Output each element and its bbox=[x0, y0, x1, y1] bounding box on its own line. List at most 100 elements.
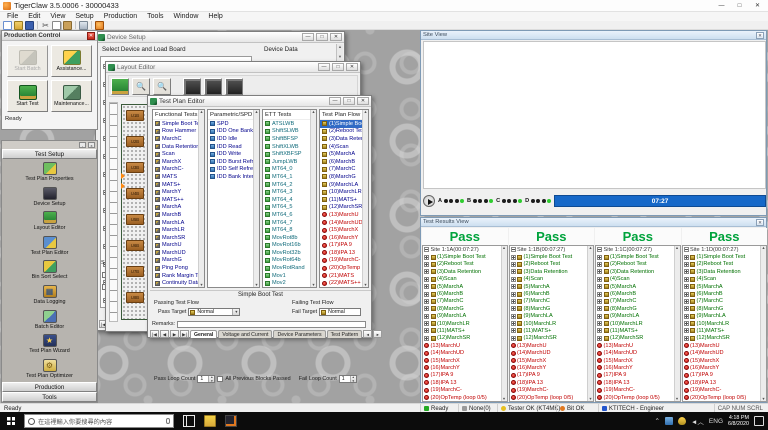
pending-test-row[interactable]: (14)MarchUD bbox=[423, 349, 501, 356]
copy-icon[interactable] bbox=[52, 21, 61, 30]
passed-test-row[interactable]: (1)Simple Boot Test bbox=[510, 253, 588, 260]
test-setup-header[interactable]: Test Setup bbox=[2, 149, 97, 159]
tab-general[interactable]: General bbox=[190, 330, 217, 338]
dimm-front-icon[interactable] bbox=[204, 78, 222, 95]
test-list-item[interactable]: (1)Simple Boot... bbox=[320, 120, 368, 128]
test-list-item[interactable]: (9)MarchLA bbox=[320, 181, 368, 189]
expand-icon[interactable] bbox=[511, 314, 516, 319]
test-list-item[interactable]: Scan bbox=[153, 150, 204, 158]
test-list-item[interactable]: MarchX bbox=[153, 158, 204, 166]
test-list-item[interactable]: IDD Read bbox=[208, 143, 259, 151]
menu-item-setup[interactable]: Setup bbox=[70, 13, 98, 20]
passed-test-row[interactable]: (8)MarchG bbox=[510, 305, 588, 312]
pass-loop-count-spinner[interactable]: 1 ▲▼ bbox=[197, 375, 215, 383]
passed-test-row[interactable]: (10)MarchLR bbox=[423, 320, 501, 327]
device-setup-titlebar[interactable]: Device Setup — □ ✕ bbox=[96, 32, 344, 43]
menu-item-help[interactable]: Help bbox=[203, 13, 227, 20]
collapse-icon[interactable] bbox=[597, 247, 602, 252]
test-list-item[interactable]: MovRotRand bbox=[263, 264, 316, 272]
open-folder-icon[interactable] bbox=[14, 21, 23, 30]
test-list-item[interactable]: MovRot16b bbox=[263, 242, 316, 250]
expand-icon[interactable] bbox=[424, 292, 429, 297]
layout-chip[interactable]: U1B bbox=[126, 110, 144, 121]
passed-test-row[interactable]: (7)MarchC bbox=[596, 298, 674, 305]
passed-test-row[interactable]: (3)Data Retention bbox=[683, 268, 761, 275]
dimm-view-icon[interactable] bbox=[183, 78, 201, 95]
expand-icon[interactable] bbox=[424, 284, 429, 289]
minimize-button[interactable]: — bbox=[302, 33, 314, 41]
test-list-item[interactable]: (15)MarchX bbox=[320, 226, 368, 234]
test-results-titlebar[interactable]: Test Results View ✕ bbox=[421, 218, 766, 227]
passed-test-row[interactable]: (12)MarchSR bbox=[683, 335, 761, 342]
expand-icon[interactable] bbox=[684, 328, 689, 333]
tab-scroll-left-button[interactable]: ◂ bbox=[363, 330, 372, 338]
test-list-item[interactable]: (18)IPA 13 bbox=[320, 249, 368, 257]
passed-test-row[interactable]: (2)Reboot Test bbox=[596, 261, 674, 268]
passed-test-row[interactable]: (5)MarchA bbox=[596, 283, 674, 290]
expand-icon[interactable] bbox=[597, 277, 602, 282]
expand-icon[interactable] bbox=[424, 255, 429, 260]
layout-editor-titlebar[interactable]: Layout Editor — □ ✕ bbox=[106, 62, 360, 73]
expand-icon[interactable] bbox=[511, 284, 516, 289]
shield-icon[interactable] bbox=[678, 417, 686, 425]
taskbar-search-input[interactable]: 在這裡輸入你要搜尋的內容 bbox=[24, 414, 174, 428]
passed-test-row[interactable]: (4)Scan bbox=[596, 276, 674, 283]
passed-test-row[interactable]: (2)Reboot Test bbox=[423, 261, 501, 268]
pending-test-row[interactable]: (16)MarchY bbox=[423, 364, 501, 371]
new-file-icon[interactable] bbox=[3, 21, 12, 30]
layout-chip[interactable]: U2B bbox=[126, 136, 144, 147]
expand-icon[interactable] bbox=[424, 314, 429, 319]
maintenance-button[interactable]: Maintenance... bbox=[51, 80, 92, 112]
expand-icon[interactable] bbox=[424, 269, 429, 274]
expand-icon[interactable] bbox=[511, 292, 516, 297]
list-scrollbar[interactable]: ▲▼ bbox=[198, 110, 204, 287]
expand-icon[interactable] bbox=[684, 336, 689, 341]
test-list-item[interactable]: ShiftXBFSP bbox=[263, 150, 316, 158]
pending-test-row[interactable]: (14)MarchUD bbox=[510, 349, 588, 356]
expand-icon[interactable] bbox=[684, 314, 689, 319]
tab-scroll-right-button[interactable]: ▸ bbox=[373, 330, 382, 338]
site-header-row[interactable]: Site 1:1B(00:07:27) bbox=[510, 246, 588, 253]
action-center-icon[interactable] bbox=[754, 416, 764, 426]
close-button[interactable]: ✕ bbox=[346, 63, 358, 71]
assistance-button[interactable]: Assistance... bbox=[51, 45, 92, 77]
passed-test-row[interactable]: (8)MarchG bbox=[683, 305, 761, 312]
passed-test-row[interactable]: (9)MarchLA bbox=[683, 313, 761, 320]
expand-icon[interactable] bbox=[597, 336, 602, 341]
passed-test-row[interactable]: (2)Reboot Test bbox=[683, 261, 761, 268]
pending-test-row[interactable]: (13)MarchU bbox=[510, 342, 588, 349]
expand-icon[interactable] bbox=[684, 292, 689, 297]
close-icon[interactable]: ✕ bbox=[756, 219, 764, 226]
test-list-item[interactable]: (7)MarchC bbox=[320, 166, 368, 174]
test-list-item[interactable]: Row Hammer bbox=[153, 128, 204, 136]
test-list-item[interactable]: (20)OpTemp bbox=[320, 264, 368, 272]
passed-test-row[interactable]: (10)MarchLR bbox=[683, 320, 761, 327]
pending-test-row[interactable]: (13)MarchU bbox=[683, 342, 761, 349]
save-icon[interactable] bbox=[25, 21, 34, 30]
cut-icon[interactable] bbox=[41, 21, 50, 30]
result-list-scrollbar[interactable]: ▲▼ bbox=[674, 246, 680, 401]
minimize-button[interactable]: — bbox=[318, 63, 330, 71]
test-list-item[interactable]: MarchC bbox=[153, 135, 204, 143]
passed-test-row[interactable]: (4)Scan bbox=[423, 276, 501, 283]
passed-test-row[interactable]: (7)MarchC bbox=[423, 298, 501, 305]
pending-test-row[interactable]: (16)MarchY bbox=[510, 364, 588, 371]
display-icon[interactable] bbox=[665, 417, 673, 425]
test-list-item[interactable]: Mov2 bbox=[263, 279, 316, 287]
passed-test-row[interactable]: (11)MATS+ bbox=[596, 327, 674, 334]
pending-test-row[interactable]: (20)OpTemp (loop 0/5) bbox=[596, 394, 674, 401]
test-list-item[interactable]: MT64_1 bbox=[263, 173, 316, 181]
test-list-item[interactable]: (16)MarchY bbox=[320, 234, 368, 242]
pending-test-row[interactable]: (13)MarchU bbox=[423, 342, 501, 349]
test-list-item[interactable]: (11)MATS+ bbox=[320, 196, 368, 204]
expand-icon[interactable] bbox=[597, 314, 602, 319]
tab-test-pattern[interactable]: Test Pattern bbox=[327, 330, 363, 338]
test-list-item[interactable]: MovRot8b bbox=[263, 234, 316, 242]
remarks-input[interactable] bbox=[177, 321, 366, 328]
site-header-row[interactable]: Site 1:1D(00:07:27) bbox=[683, 246, 761, 253]
expand-icon[interactable] bbox=[597, 306, 602, 311]
fail-loop-count-spinner[interactable]: 1 ▲▼ bbox=[339, 375, 357, 383]
expand-icon[interactable] bbox=[684, 255, 689, 260]
spinner-arrows-icon[interactable]: ▲▼ bbox=[208, 376, 214, 382]
pending-test-row[interactable]: (15)MarchX bbox=[683, 357, 761, 364]
